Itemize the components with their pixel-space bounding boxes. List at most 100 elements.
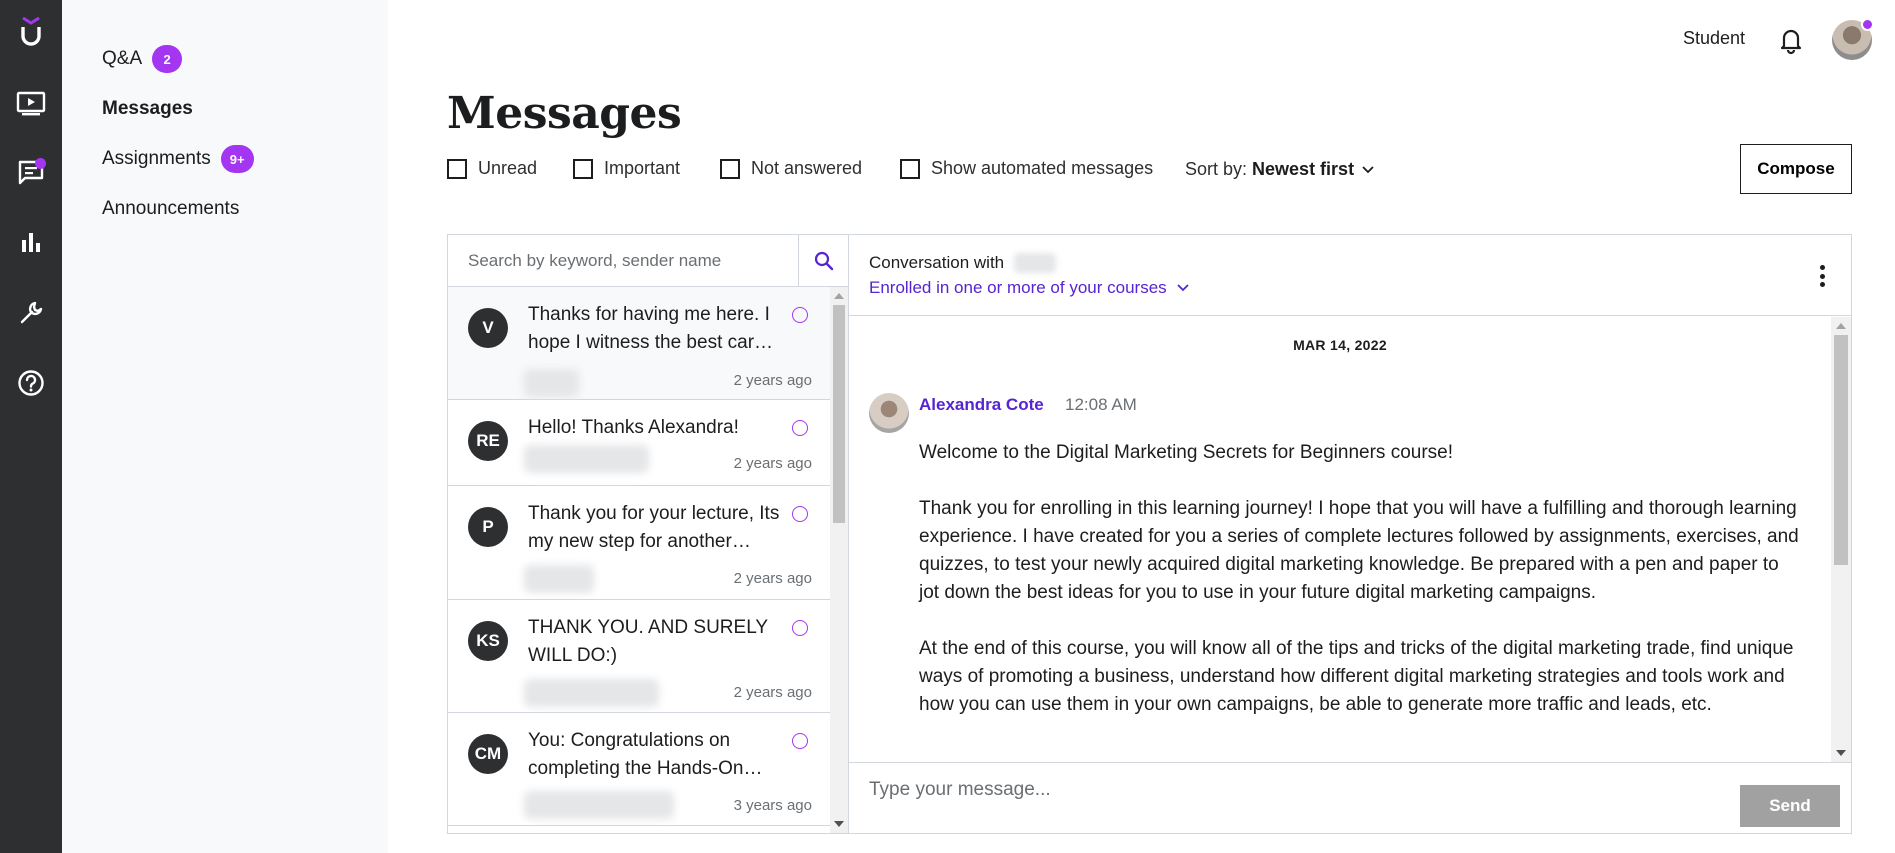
conversation-with: Conversation with [869, 253, 1057, 273]
sort-dropdown[interactable]: Sort by: Newest first [1185, 159, 1374, 180]
unread-checkbox[interactable] [447, 158, 467, 179]
conversation-time: 2 years ago [733, 684, 812, 701]
filter-label: Not answered [751, 158, 863, 178]
filter-label: Unread [478, 158, 538, 178]
unread-indicator-icon[interactable] [792, 307, 808, 323]
redacted-sender-name [524, 791, 674, 819]
message-paragraph: At the end of this course, you will know… [919, 638, 1794, 715]
conversation-panel: Conversation with Enrolled in one or mor… [849, 234, 1852, 834]
date-divider: MAR 14, 2022 [1293, 337, 1387, 353]
sender-initials-avatar: KS [468, 621, 508, 661]
message-composer: Send [849, 762, 1851, 834]
preview-text: Thanks for having me here. I hope I witn… [528, 304, 782, 353]
subnav-item-label: Messages [102, 98, 193, 119]
user-avatar[interactable] [1832, 18, 1874, 60]
conversation-item[interactable]: KS THANK YOU. AND SURELY WILL DO:) 2 yea… [448, 600, 830, 713]
thread-scrollbar[interactable] [1831, 317, 1851, 762]
subnav-item-announcements[interactable]: Announcements [102, 198, 239, 220]
preview-text: THANK YOU. AND SURELY WILL DO:) [528, 617, 768, 666]
search-bar [448, 235, 848, 287]
notifications-bell-icon[interactable] [1775, 24, 1807, 56]
bar-chart-icon[interactable] [11, 222, 51, 262]
subnav-item-qa[interactable]: Q&A 2 [102, 45, 183, 73]
message-paragraph: Thank you for enrolling in this learning… [919, 498, 1799, 603]
conversation-item[interactable]: RE Hello! Thanks Alexandra! 2 years ago [448, 400, 830, 486]
udemy-logo-icon[interactable] [12, 12, 50, 50]
filter-label: Important [604, 158, 681, 178]
conversation-item[interactable]: V Thanks for having me here. I hope I wi… [448, 287, 830, 400]
scrollbar-thumb[interactable] [833, 305, 845, 523]
page-title: Messages [447, 88, 682, 139]
conversation-list-panel: V Thanks for having me here. I hope I wi… [447, 234, 849, 834]
student-view-link[interactable]: Student [1683, 28, 1745, 49]
more-options-icon[interactable] [1812, 261, 1832, 291]
compose-button[interactable]: Compose [1740, 144, 1852, 194]
redacted-sender-name [524, 369, 579, 397]
conversation-with-label: Conversation with [869, 253, 1005, 272]
chevron-down-icon [1177, 284, 1189, 292]
preview-text: You: Congratulations on completing the H… [528, 730, 744, 779]
notification-dot [1861, 18, 1874, 31]
message-body: Welcome to the Digital Marketing Secrets… [919, 439, 1799, 747]
subnav-item-label: Q&A [102, 48, 143, 69]
not-answered-checkbox[interactable] [720, 158, 740, 179]
unread-indicator-icon[interactable] [792, 733, 808, 749]
filter-unread[interactable]: Unread [447, 158, 537, 179]
messages-icon[interactable] [11, 152, 51, 192]
courses-play-icon[interactable] [11, 84, 51, 124]
message-thread: MAR 14, 2022 Alexandra Cote 12:08 AM Wel… [849, 317, 1831, 762]
app-root: Q&A 2 Messages Assignments 9+ Announceme… [0, 0, 1895, 853]
help-icon[interactable] [11, 363, 51, 403]
sender-name-link[interactable]: Alexandra Cote [919, 395, 1044, 415]
preview-text: Thank you for your lecture, Its my new s… [528, 503, 780, 552]
sender-initials-avatar: P [468, 507, 508, 547]
unread-indicator-icon[interactable] [792, 420, 808, 436]
conversation-time: 3 years ago [733, 797, 812, 814]
filter-not-answered[interactable]: Not answered [720, 158, 862, 179]
redacted-sender-name [524, 679, 659, 707]
chevron-down-icon [1362, 165, 1374, 173]
filter-automated[interactable]: Show automated messages [900, 158, 1153, 179]
send-button[interactable]: Send [1740, 785, 1840, 827]
sender-initials-avatar: V [468, 308, 508, 348]
enrolled-label: Enrolled in one or more of your courses [869, 278, 1167, 297]
important-checkbox[interactable] [573, 158, 593, 179]
communication-subnav: Q&A 2 Messages Assignments 9+ Announceme… [62, 0, 388, 853]
scroll-down-icon[interactable] [1836, 750, 1846, 756]
search-input[interactable] [448, 235, 798, 286]
conversation-item[interactable]: P Thank you for your lecture, Its my new… [448, 486, 830, 600]
conversation-preview: THANK YOU. AND SURELY WILL DO:) [528, 614, 783, 670]
message-input[interactable] [869, 779, 1669, 819]
conversation-item[interactable]: CM You: Congratulations on completing th… [448, 713, 830, 826]
conversation-preview: Thanks for having me here. I hope I witn… [528, 301, 783, 357]
list-scrollbar[interactable] [830, 287, 848, 833]
subnav-item-label: Assignments [102, 148, 211, 169]
scroll-down-icon[interactable] [834, 821, 844, 827]
left-rail [0, 0, 62, 853]
sort-value: Newest first [1252, 159, 1355, 179]
redacted-sender-name [524, 565, 594, 593]
assignments-count-badge: 9+ [220, 145, 254, 173]
scroll-up-icon[interactable] [1836, 323, 1846, 329]
notification-dot [35, 158, 46, 169]
wrench-icon[interactable] [11, 293, 51, 333]
unread-indicator-icon[interactable] [792, 506, 808, 522]
automated-checkbox[interactable] [900, 158, 920, 179]
unread-indicator-icon[interactable] [792, 620, 808, 636]
message-paragraph: Welcome to the Digital Marketing Secrets… [919, 442, 1453, 463]
sort-label: Sort by: [1185, 159, 1248, 179]
preview-text: Hello! Thanks Alexandra! [528, 417, 739, 438]
conversation-time: 2 years ago [733, 372, 812, 389]
conversation-preview: Hello! Thanks Alexandra! [528, 414, 783, 442]
search-button[interactable] [798, 235, 848, 286]
subnav-item-assignments[interactable]: Assignments 9+ [102, 145, 254, 173]
subnav-item-messages[interactable]: Messages [102, 98, 193, 120]
filter-label: Show automated messages [931, 158, 1154, 178]
filter-important[interactable]: Important [573, 158, 680, 179]
scrollbar-thumb[interactable] [1834, 335, 1848, 565]
conversation-time: 2 years ago [733, 455, 812, 472]
enrolled-courses-dropdown[interactable]: Enrolled in one or more of your courses [869, 278, 1189, 298]
conversation-preview: You: Congratulations on completing the H… [528, 727, 783, 783]
sender-initials-avatar: RE [468, 421, 508, 461]
scroll-up-icon[interactable] [834, 293, 844, 299]
